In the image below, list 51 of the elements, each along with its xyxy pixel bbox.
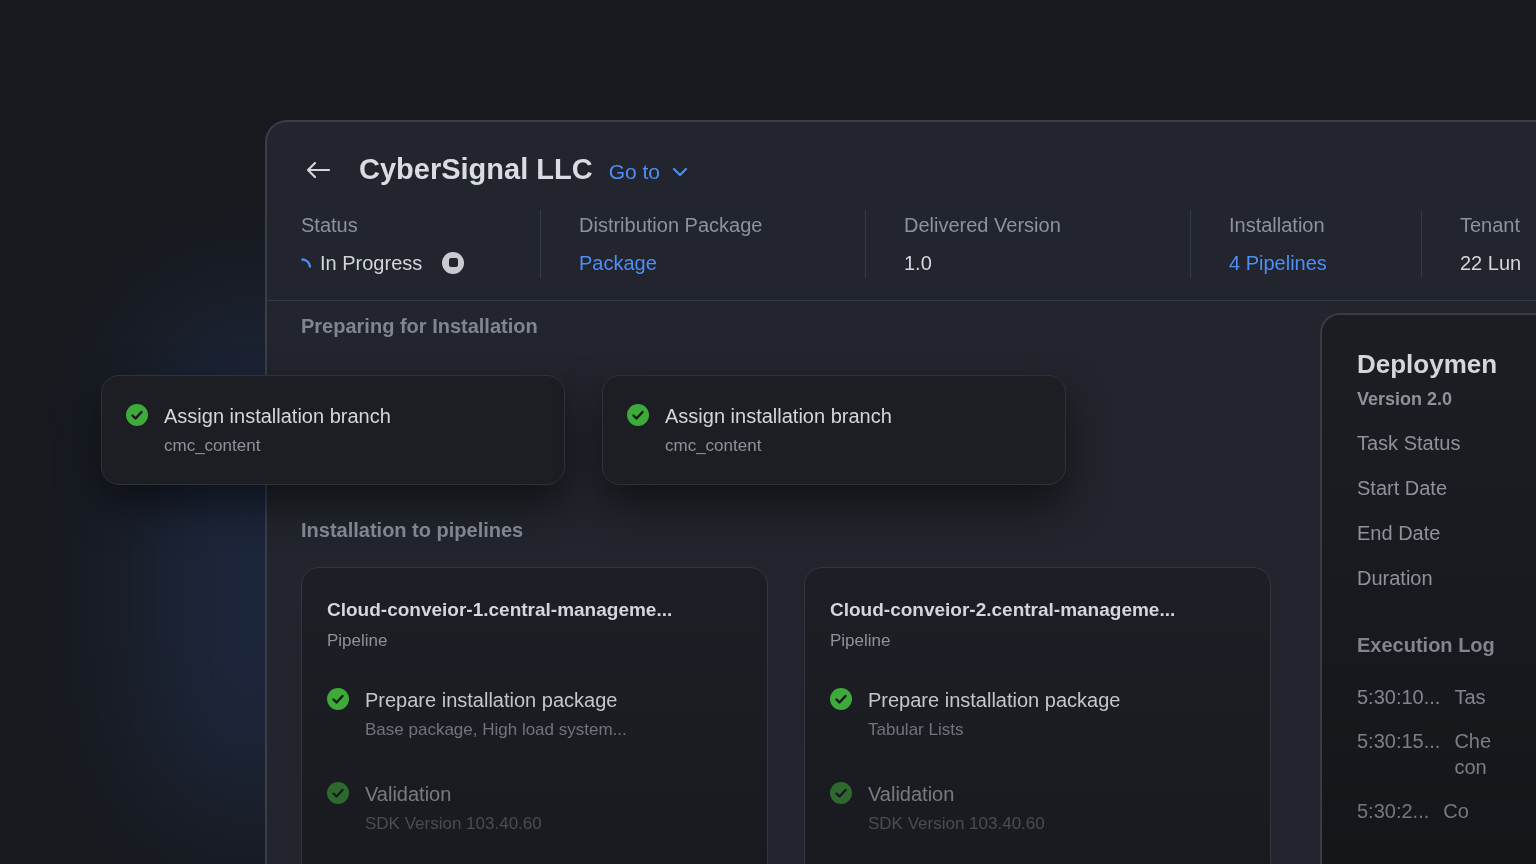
log-message: Che: [1454, 728, 1492, 754]
stop-button[interactable]: [442, 251, 465, 274]
pipeline-type: Pipeline: [830, 630, 892, 652]
log-time: 5:30:2...: [1357, 798, 1430, 824]
check-icon: [830, 782, 852, 804]
task-title: Assign installation branch: [164, 403, 391, 428]
step-title: Prepare installation package: [365, 687, 619, 712]
check-icon: [126, 403, 148, 426]
field-label: Duration: [1357, 565, 1434, 590]
log-time: 5:30:10...: [1357, 684, 1441, 710]
step-subtitle: Base package, High load system...: [365, 718, 627, 741]
log-title: Execution Log: [1357, 632, 1496, 658]
log-message: Tas: [1454, 684, 1486, 710]
stat-label: Installation: [1229, 212, 1326, 238]
field-label: Start Date: [1357, 475, 1449, 500]
check-icon: [327, 782, 349, 804]
check-icon: [327, 687, 349, 710]
field-label: End Date: [1357, 520, 1442, 545]
page-title: CyberSignal LLC: [359, 152, 593, 187]
stat-link[interactable]: 4 Pipelines: [1229, 247, 1421, 278]
version-label: Version 2.0: [1357, 387, 1454, 411]
step-title: Prepare installation package: [868, 687, 1121, 712]
go-to-dropdown[interactable]: Go to: [608, 156, 689, 188]
pipeline-type: Pipeline: [327, 630, 389, 652]
stat-label: Tenant: [1460, 212, 1522, 238]
task-subtitle: cmc_content: [164, 434, 262, 457]
stat-value: 1.0: [904, 250, 933, 276]
task-subtitle: cmc_content: [665, 434, 763, 457]
spinner-icon: [301, 257, 312, 268]
pipeline-name: Cloud-conveior-1.central-manageme...: [327, 597, 674, 622]
step-title: Validation: [365, 782, 453, 806]
stat-label: Delivered Version: [904, 212, 1062, 238]
log-message: Co: [1443, 798, 1469, 824]
status-value: In Progress: [320, 250, 423, 276]
panel-title: Deploymen: [1357, 347, 1499, 381]
check-icon: [830, 687, 852, 710]
section-title: Preparing for Installation: [301, 313, 539, 339]
stat-value: 22 Lun: [1460, 250, 1523, 276]
check-icon: [627, 403, 649, 426]
stat-label: Distribution Package: [579, 212, 764, 238]
field-label: Task Status: [1357, 430, 1462, 455]
stat-label: Status: [301, 212, 359, 238]
task-title: Assign installation branch: [665, 403, 892, 428]
stat-link[interactable]: Package: [579, 247, 865, 278]
step-title: Validation: [868, 782, 956, 806]
section-title: Installation to pipelines: [301, 517, 525, 543]
log-message: con: [1454, 754, 1488, 780]
chevron-down-icon: [672, 166, 689, 177]
log-time: 5:30:15...: [1357, 728, 1441, 754]
step-subtitle: Tabular Lists: [868, 718, 965, 741]
pipeline-name: Cloud-conveior-2.central-manageme...: [830, 597, 1177, 622]
